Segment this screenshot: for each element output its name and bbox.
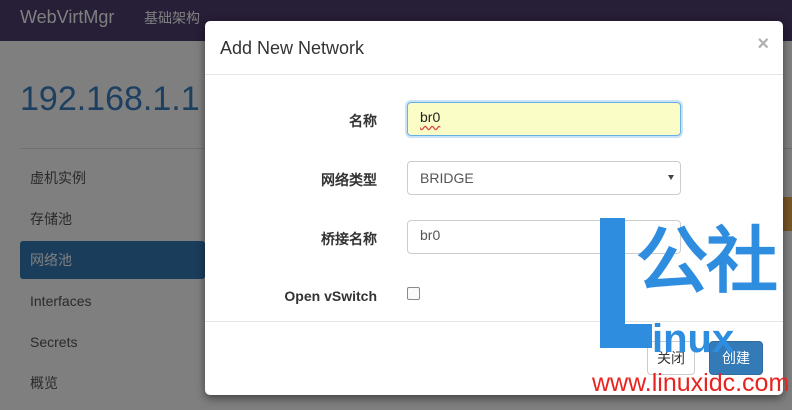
bridge-name-value: br0 (420, 227, 441, 243)
network-type-label: 网络类型 (321, 172, 377, 188)
watermark-logo-base (600, 324, 652, 348)
modal-header: Add New Network × (205, 21, 783, 75)
name-label: 名称 (349, 113, 377, 129)
watermark-title: 公社 (636, 222, 778, 302)
network-type-select[interactable]: BRIDGE (407, 161, 681, 195)
open-vswitch-checkbox[interactable] (407, 287, 420, 300)
bridge-name-label: 桥接名称 (321, 231, 377, 247)
name-input[interactable]: br0 (407, 102, 681, 136)
modal-title: Add New Network (220, 38, 365, 58)
watermark-url: www.linuxidc.com (592, 369, 790, 397)
open-vswitch-label: Open vSwitch (284, 288, 377, 304)
watermark-linux: inux (652, 317, 735, 361)
chevron-down-icon (668, 175, 674, 180)
name-input-value: br0 (420, 109, 441, 125)
network-type-value: BRIDGE (420, 170, 474, 186)
close-icon[interactable]: × (757, 33, 769, 56)
